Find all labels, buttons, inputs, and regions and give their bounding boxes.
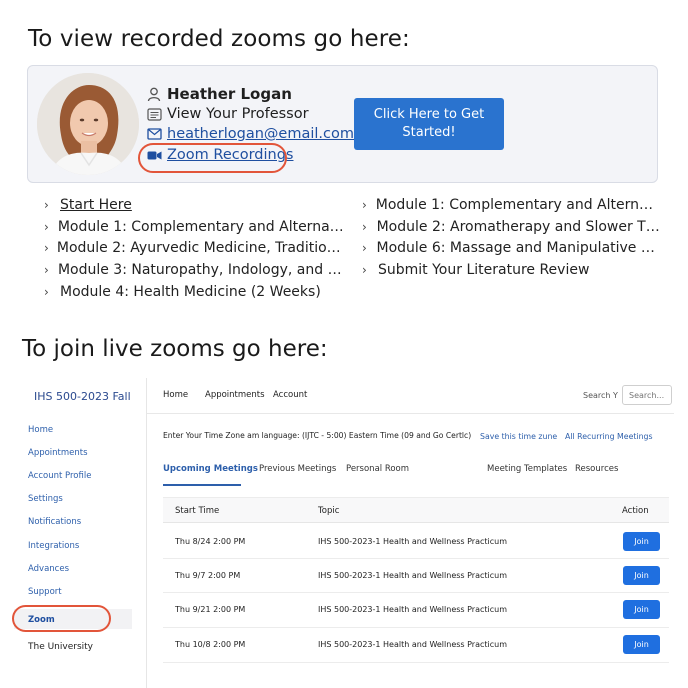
module-label: Module 1: Complementary and Alternative … xyxy=(57,219,344,235)
timezone-text: Enter Your Time Zone am language: (IJTC … xyxy=(163,431,472,440)
module-label: Module 6: Massage and Manipulative Thera… xyxy=(376,240,661,256)
chevron-right-icon: › xyxy=(44,263,49,277)
tab-upcoming-meetings[interactable]: Upcoming Meetings xyxy=(163,464,258,474)
module-label: Module 4: Health Medicine (2 Weeks) xyxy=(60,284,321,300)
column-header-action: Action xyxy=(622,506,649,516)
course-brand[interactable]: IHS 500-2023 Fall xyxy=(34,390,131,403)
sidebar-item-support[interactable]: Support xyxy=(28,587,62,597)
chevron-right-icon: › xyxy=(362,241,367,255)
chevron-right-icon: › xyxy=(44,241,49,255)
sidebar-item-appointments[interactable]: Appointments xyxy=(28,448,88,458)
recurring-meetings-link[interactable]: All Recurring Meetings xyxy=(565,432,653,441)
professor-avatar xyxy=(37,73,139,175)
zoom-recordings-highlight-ring xyxy=(138,143,287,173)
row-topic: IHS 500-2023-1 Health and Wellness Pract… xyxy=(318,537,508,546)
module-item[interactable]: › Module 1: Complementary and Alternativ… xyxy=(362,197,660,213)
module-item[interactable]: › Module 3: Naturopathy, Indology, and H… xyxy=(44,262,344,278)
topnav-divider xyxy=(147,413,674,414)
chevron-right-icon: › xyxy=(362,220,367,234)
row-start-time: Thu 9/7 2:00 PM xyxy=(175,571,241,580)
chevron-right-icon: › xyxy=(362,263,367,277)
live-zooms-heading: To join live zooms go here: xyxy=(22,336,328,362)
module-label: Module 1: Complementary and Alternative … xyxy=(375,197,660,213)
module-item[interactable]: › Module 2: Ayurvedic Medicine, Traditio… xyxy=(44,240,344,256)
zoom-highlight-ring xyxy=(12,605,111,632)
sidebar-item-notifications[interactable]: Notifications xyxy=(28,517,81,527)
search-input[interactable] xyxy=(622,385,672,405)
sidebar-item-settings[interactable]: Settings xyxy=(28,494,63,504)
get-started-button[interactable]: Click Here to Get Started! xyxy=(354,98,504,150)
professor-name: Heather Logan xyxy=(146,85,292,103)
column-header-start-time: Start Time xyxy=(175,506,220,516)
recorded-zooms-heading: To view recorded zooms go here: xyxy=(28,26,410,52)
module-item[interactable]: › Module 4: Health Medicine (2 Weeks) xyxy=(44,284,344,300)
active-tab-indicator xyxy=(163,484,241,486)
chevron-right-icon: › xyxy=(44,220,49,234)
row-topic: IHS 500-2023-1 Health and Wellness Pract… xyxy=(318,640,508,649)
sidebar-item-home[interactable]: Home xyxy=(28,425,53,435)
row-topic: IHS 500-2023-1 Health and Wellness Pract… xyxy=(318,605,508,614)
mail-icon xyxy=(146,126,162,142)
chevron-right-icon: › xyxy=(44,198,49,212)
row-start-time: Thu 8/24 2:00 PM xyxy=(175,537,246,546)
professor-email[interactable]: heatherlogan@email.com xyxy=(146,126,354,142)
row-topic: IHS 500-2023-1 Health and Wellness Pract… xyxy=(318,571,508,580)
row-divider xyxy=(163,662,669,663)
person-icon xyxy=(146,86,162,102)
row-divider xyxy=(163,592,669,593)
professor-name-text: Heather Logan xyxy=(167,85,292,103)
tab-meeting-templates[interactable]: Meeting Templates xyxy=(487,464,567,474)
tab-previous-meetings[interactable]: Previous Meetings xyxy=(259,464,336,474)
table-header xyxy=(163,497,669,523)
topnav-home[interactable]: Home xyxy=(163,390,188,400)
module-item[interactable]: › Module 2: Aromatherapy and Slower Ther… xyxy=(362,219,660,235)
sidebar-item-integrations[interactable]: Integrations xyxy=(28,541,79,551)
row-divider xyxy=(163,627,669,628)
row-start-time: Thu 9/21 2:00 PM xyxy=(175,605,246,614)
professor-email-link[interactable]: heatherlogan@email.com xyxy=(167,126,354,142)
tab-personal-room[interactable]: Personal Room xyxy=(346,464,409,474)
topnav-account[interactable]: Account xyxy=(273,390,307,400)
module-item-submit-review[interactable]: › Submit Your Literature Review xyxy=(362,262,660,278)
topnav-appointments[interactable]: Appointments xyxy=(205,390,265,400)
view-professor-link[interactable]: View Your Professor xyxy=(146,106,309,122)
search-label: Search Y xyxy=(583,391,618,400)
module-item[interactable]: › Module 1: Complementary and Alternativ… xyxy=(44,219,344,235)
chevron-right-icon: › xyxy=(362,198,367,212)
module-label: Module 3: Naturopathy, Indology, and Hom… xyxy=(57,262,344,278)
join-button[interactable]: Join xyxy=(623,566,660,585)
tab-resources[interactable]: Resources xyxy=(575,464,618,474)
module-label: Submit Your Literature Review xyxy=(378,262,590,278)
module-label: Module 2: Aromatherapy and Slower Therap… xyxy=(376,219,660,235)
column-header-topic: Topic xyxy=(318,506,340,516)
sidebar-item-advances[interactable]: Advances xyxy=(28,564,69,574)
chevron-right-icon: › xyxy=(44,285,49,299)
save-timezone-link[interactable]: Save this time zune xyxy=(480,432,557,441)
join-button[interactable]: Join xyxy=(623,635,660,654)
join-button[interactable]: Join xyxy=(623,600,660,619)
module-label: Module 2: Ayurvedic Medicine, Traditiona… xyxy=(56,240,344,256)
card-icon xyxy=(146,106,162,122)
view-professor-label: View Your Professor xyxy=(167,106,309,122)
sidebar-item-university[interactable]: The University xyxy=(28,642,93,652)
module-item[interactable]: › Module 6: Massage and Manipulative The… xyxy=(362,240,660,256)
sidebar-item-account-profile[interactable]: Account Profile xyxy=(28,471,91,481)
row-start-time: Thu 10/8 2:00 PM xyxy=(175,640,246,649)
join-button[interactable]: Join xyxy=(623,532,660,551)
row-divider xyxy=(163,558,669,559)
module-label: Start Here xyxy=(60,197,132,213)
module-item-start-here[interactable]: › Start Here xyxy=(44,197,344,213)
